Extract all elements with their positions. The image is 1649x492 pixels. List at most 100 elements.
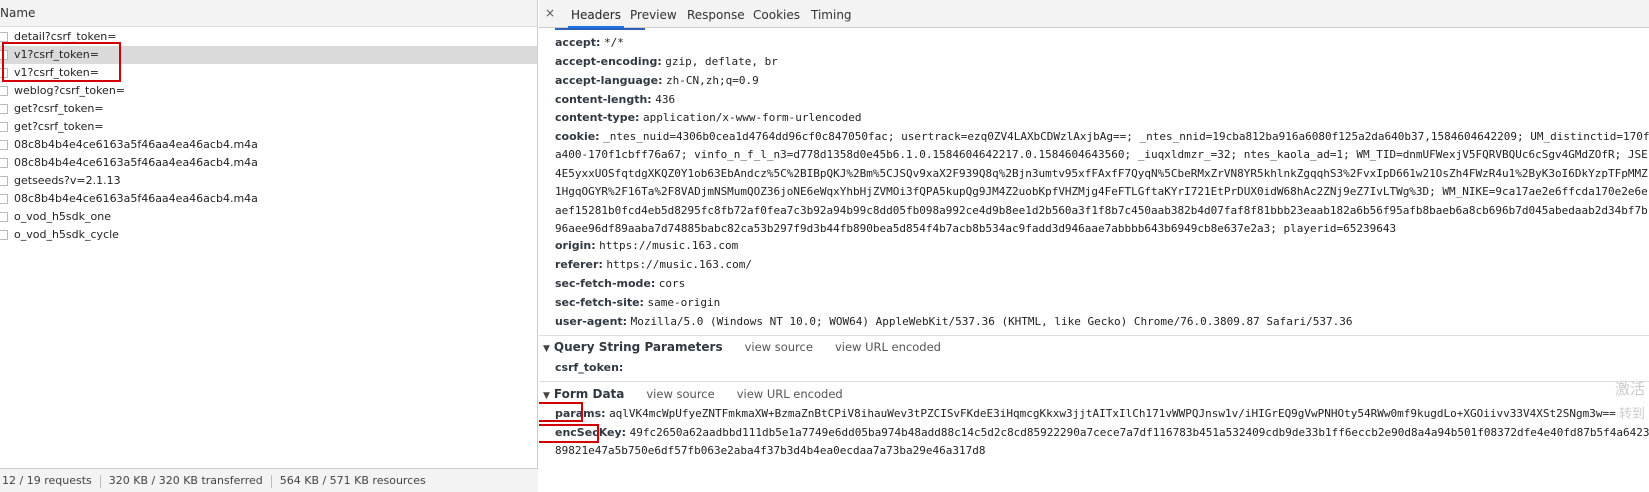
activation-watermark: 转到 — [1618, 407, 1645, 422]
name-column-header[interactable]: Name — [0, 0, 537, 27]
request-row[interactable]: get?csrf_token= — [0, 118, 537, 136]
cookie-value-line: aef15281b0fcd4eb5d8295fc8fb72af0fea7c3b9… — [555, 204, 1648, 217]
param-value: aqlVK4mcWpUfyeZNTFmkmaXW+BzmaZnBtCPiV8ih… — [609, 407, 1616, 420]
header-key: accept: — [555, 36, 601, 49]
tab-cookies[interactable]: Cookies — [753, 0, 800, 28]
header-value: Mozilla/5.0 (Windows NT 10.0; WOW64) App… — [630, 315, 1353, 328]
request-type-icon — [0, 104, 8, 114]
header-accept-encoding: accept-encoding: gzip, deflate, br — [555, 53, 778, 71]
header-origin: origin: https://music.163.com — [555, 237, 738, 255]
query-param-csrf-token: csrf_token: — [555, 359, 623, 377]
header-value: cors — [658, 277, 686, 290]
request-name: get?csrf_token= — [14, 120, 104, 133]
header-value: same-origin — [647, 296, 721, 309]
section-divider — [539, 335, 1649, 336]
resources-size: 564 KB / 571 KB resources — [279, 474, 426, 487]
header-key: accept-encoding: — [555, 55, 662, 68]
section-title: Query String Parameters — [553, 340, 723, 354]
tab-response[interactable]: Response — [687, 0, 745, 28]
header-key: sec-fetch-site: — [555, 296, 644, 309]
header-key: sec-fetch-mode: — [555, 277, 656, 290]
triangle-down-icon: ▼ — [543, 344, 550, 354]
request-type-icon — [0, 32, 8, 42]
query-string-section-header[interactable]: ▼ Query String Parameters view source view … — [543, 337, 941, 357]
param-key: csrf_token: — [555, 361, 624, 374]
request-type-icon — [0, 122, 8, 132]
highlight-box-params — [539, 402, 583, 422]
request-row[interactable]: 08c8b4b4e4ce6163a5f46aa4ea46acb4.m4a — [0, 136, 537, 154]
highlight-box-encseckey — [539, 424, 599, 443]
detail-tabbar: × Headers Preview Response Cookies Timin… — [539, 0, 1649, 28]
section-title: Form Data — [553, 387, 625, 401]
close-icon[interactable]: × — [545, 6, 555, 20]
request-type-icon — [0, 158, 8, 168]
header-accept: accept: */* — [555, 34, 624, 52]
request-name: 08c8b4b4e4ce6163a5f46aa4ea46acb4.m4a — [14, 156, 258, 169]
header-value: gzip, deflate, br — [665, 55, 778, 68]
param-value: 49fc2650a62aadbbd111db5e1a7749e6dd05ba97… — [629, 426, 1649, 439]
request-name: getseeds?v=2.1.13 — [14, 174, 121, 187]
header-key: content-type: — [555, 111, 640, 124]
header-key: referer: — [555, 258, 603, 271]
header-value: */* — [603, 36, 624, 49]
header-key: content-length: — [555, 93, 652, 106]
request-type-icon — [0, 194, 8, 204]
request-row[interactable]: weblog?csrf_token= — [0, 82, 537, 100]
headers-content: accept: */* accept-encoding: gzip, defla… — [539, 28, 1649, 492]
header-content-length: content-length: 436 — [555, 91, 675, 109]
activation-watermark: 激活 — [1614, 380, 1645, 398]
header-cookie: cookie: _ntes_nuid=4306b0cea1d4764dd96cf… — [555, 128, 1649, 146]
highlight-box-v1-requests — [2, 42, 121, 82]
request-type-icon — [0, 230, 8, 240]
request-row[interactable]: 08c8b4b4e4ce6163a5f46aa4ea46acb4.m4a — [0, 154, 537, 172]
status-separator — [270, 474, 272, 488]
request-row[interactable]: o_vod_h5sdk_one — [0, 208, 537, 226]
request-row[interactable]: get?csrf_token= — [0, 100, 537, 118]
view-url-encoded-link[interactable]: view URL encoded — [835, 340, 941, 354]
request-row[interactable]: 08c8b4b4e4ce6163a5f46aa4ea46acb4.m4a — [0, 190, 537, 208]
form-param-params: params: aqlVK4mcWpUfyeZNTFmkmaXW+BzmaZnB… — [555, 405, 1616, 423]
request-name: get?csrf_token= — [14, 102, 104, 115]
header-value: https://music.163.com/ — [606, 258, 753, 271]
header-referer: referer: https://music.163.com/ — [555, 256, 752, 274]
request-name: o_vod_h5sdk_cycle — [14, 228, 119, 241]
view-source-link[interactable]: view source — [646, 387, 714, 401]
request-type-icon — [0, 140, 8, 150]
header-content-type: content-type: application/x-www-form-url… — [555, 109, 862, 127]
clipped-header-line — [555, 22, 645, 30]
header-key: cookie: — [555, 130, 600, 143]
form-data-section-header[interactable]: ▼ Form Data view source view URL encoded — [543, 384, 843, 404]
header-user-agent: user-agent: Mozilla/5.0 (Windows NT 10.0… — [555, 313, 1352, 331]
section-divider — [539, 381, 1649, 382]
request-count: 12 / 19 requests — [2, 474, 92, 487]
status-separator — [99, 474, 101, 488]
request-name: weblog?csrf_token= — [14, 84, 126, 97]
header-key: user-agent: — [555, 315, 628, 328]
tab-timing[interactable]: Timing — [811, 0, 852, 28]
request-type-icon — [0, 212, 8, 222]
header-key: origin: — [555, 239, 596, 252]
header-value: https://music.163.com — [599, 239, 739, 252]
cookie-value-line: a400-170f1cbff76a67; vinfo_n_f_l_n3=d778… — [555, 148, 1648, 161]
request-name: o_vod_h5sdk_one — [14, 210, 111, 223]
form-param-encseckey: encSecKey: 49fc2650a62aadbbd111db5e1a774… — [555, 424, 1649, 442]
header-value: zh-CN,zh;q=0.9 — [666, 74, 759, 87]
request-type-icon — [0, 176, 8, 186]
cookie-value-line: _ntes_nuid=4306b0cea1d4764dd96cf0c847050… — [603, 130, 1649, 143]
request-row[interactable]: getseeds?v=2.1.13 — [0, 172, 537, 190]
transferred-size: 320 KB / 320 KB transferred — [108, 474, 263, 487]
header-value: application/x-www-form-urlencoded — [642, 111, 862, 124]
request-detail-panel: × Headers Preview Response Cookies Timin… — [539, 0, 1649, 492]
cookie-value-line: 4E5yxxUOSfqtdgXKQZ0Y1ob63EbAndcz%5C%2BIB… — [555, 167, 1648, 180]
cookie-value-line: 96aee96df89aaba7d74885babc82ca53b297f9d3… — [555, 222, 1397, 235]
request-name: 08c8b4b4e4ce6163a5f46aa4ea46acb4.m4a — [14, 192, 258, 205]
request-name: 08c8b4b4e4ce6163a5f46aa4ea46acb4.m4a — [14, 138, 258, 151]
param-value-continued: 89821e47a5b750e6df57fb063e2aba4f37b3d4b4… — [555, 444, 986, 457]
header-value: 436 — [655, 93, 676, 106]
view-url-encoded-link[interactable]: view URL encoded — [737, 387, 843, 401]
cookie-value-line: 1HgqOGYR%2F16Ta%2F8VADjmNSMumQOZ36joNE6e… — [555, 185, 1648, 198]
request-type-icon — [0, 86, 8, 96]
header-accept-language: accept-language: zh-CN,zh;q=0.9 — [555, 72, 759, 90]
request-row[interactable]: o_vod_h5sdk_cycle — [0, 226, 537, 244]
view-source-link[interactable]: view source — [745, 340, 813, 354]
